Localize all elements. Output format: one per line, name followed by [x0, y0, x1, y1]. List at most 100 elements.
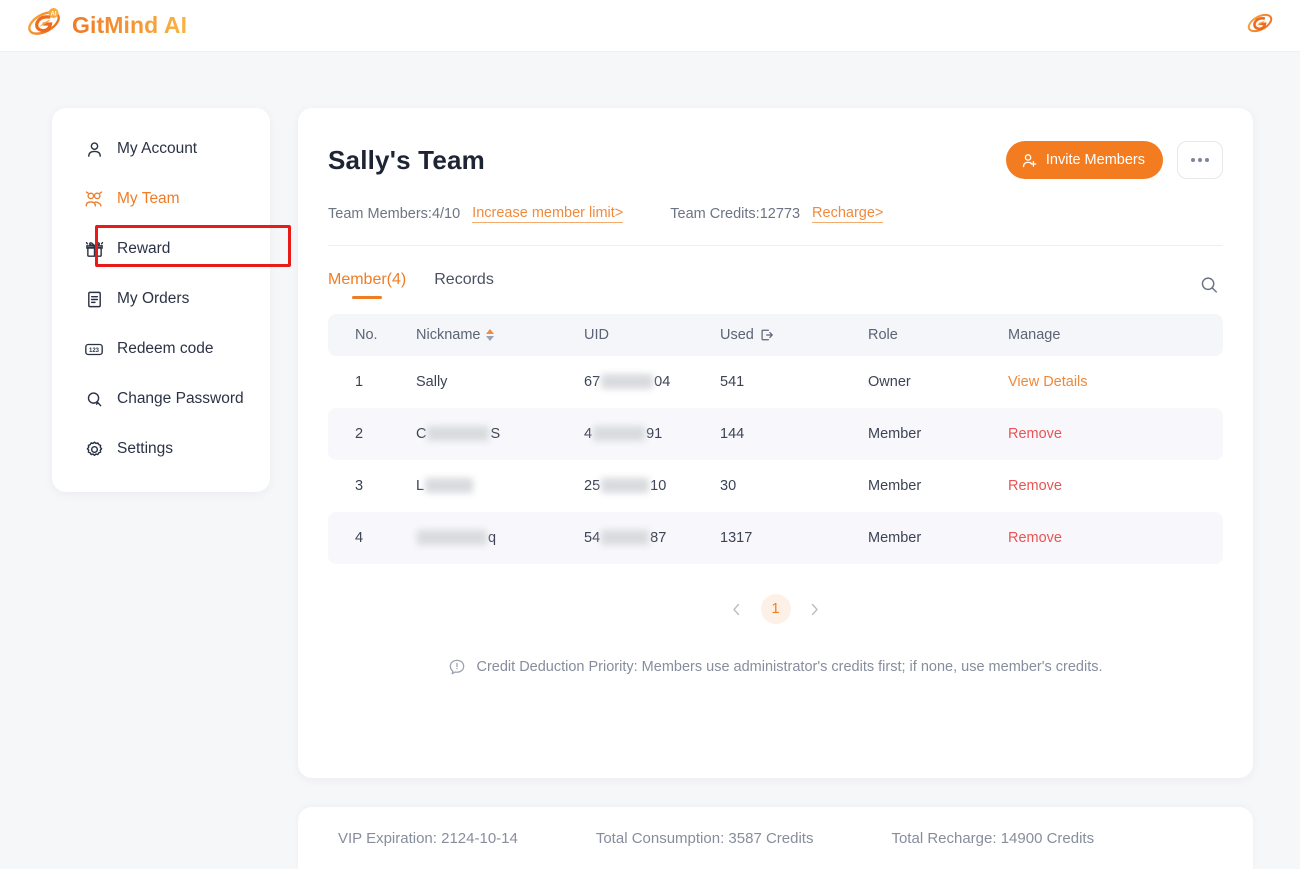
cell-role: Member — [858, 408, 998, 460]
column-label: Nickname — [416, 327, 481, 343]
column-header-manage: Manage — [998, 314, 1223, 356]
column-label: Manage — [1008, 327, 1061, 343]
brand-name: GitMind AI — [72, 12, 188, 38]
account-summary-bar: VIP Expiration: 2124-10-14 Total Consump… — [298, 807, 1253, 869]
table-header-row: No. Nickname UID Used Role Manage — [328, 314, 1223, 356]
table-body: 1 Sally 67 04 541 Owner View Details 2 C S 4 91 144 M… — [328, 356, 1223, 564]
sidebar-item-change-password[interactable]: Change Password — [52, 374, 270, 424]
document-icon — [84, 289, 104, 309]
recharge-link[interactable]: Recharge> — [812, 205, 884, 223]
tabs: Member(4) Records — [328, 271, 494, 299]
invite-members-label: Invite Members — [1045, 152, 1145, 168]
header-actions: Invite Members — [1005, 141, 1223, 179]
cell-uid: 67 04 — [584, 373, 671, 390]
column-header-used: Used — [710, 314, 858, 356]
chevron-left-icon[interactable] — [727, 599, 747, 619]
sidebar-item-label: Redeem code — [117, 340, 214, 357]
cell-uid: 54 87 — [574, 512, 710, 564]
cell-nickname: CS — [406, 408, 574, 460]
cell-nickname: Sally — [416, 374, 448, 390]
team-members-count: Team Members:4/10 — [328, 206, 461, 222]
brand-logo[interactable]: AI GitMind AI — [26, 6, 187, 45]
search-icon[interactable] — [1195, 271, 1223, 299]
export-icon[interactable] — [760, 328, 774, 342]
column-label: Role — [868, 327, 898, 343]
page-title: Sally's Team — [328, 144, 485, 175]
redacted-text — [601, 477, 650, 493]
members-table: No. Nickname UID Used Role Manage 1 Sall… — [328, 314, 1223, 564]
increase-member-limit-link[interactable]: Increase member limit> — [472, 205, 624, 223]
sidebar-item-my-orders[interactable]: My Orders — [52, 274, 270, 324]
cell-uid: 4 91 — [574, 408, 710, 460]
cell-used: 1317 — [710, 512, 858, 564]
total-recharge: Total Recharge: 14900 Credits — [891, 829, 1095, 847]
remove-link[interactable]: Remove — [1008, 478, 1062, 494]
cell-manage: View Details — [998, 356, 1223, 408]
cell-no: 3 — [355, 478, 364, 494]
cell-role: Member — [868, 478, 922, 494]
user-icon — [84, 139, 104, 159]
sort-icon[interactable] — [486, 329, 495, 341]
tabs-row: Member(4) Records — [328, 268, 1223, 302]
column-label: No. — [355, 327, 378, 343]
cell-no: 4 — [328, 512, 406, 564]
chevron-right-icon[interactable] — [805, 599, 825, 619]
ellipsis-icon — [1191, 158, 1209, 162]
pagination-page-1[interactable]: 1 — [760, 594, 791, 624]
redacted-text — [425, 477, 474, 493]
sidebar-item-label: Reward — [117, 240, 171, 257]
cell-nickname: L — [406, 460, 574, 512]
redacted-text — [427, 425, 490, 441]
vip-expiration: VIP Expiration: 2124-10-14 — [338, 829, 518, 847]
sidebar-item-label: My Account — [117, 140, 198, 157]
sidebar-item-label: My Team — [117, 190, 180, 207]
more-options-button[interactable] — [1177, 141, 1223, 179]
sidebar-item-label: Settings — [117, 440, 174, 457]
search-key-icon — [84, 389, 104, 409]
tab-member-label: Member(4) — [328, 271, 407, 288]
pagination: 1 — [328, 594, 1223, 624]
svg-text:AI: AI — [51, 12, 57, 18]
sidebar: My Account My Team Reward My Orders 123 … — [52, 108, 291, 492]
credit-note-text: Credit Deduction Priority: Members use a… — [476, 659, 1103, 675]
cell-used: 30 — [720, 478, 737, 494]
gift-icon — [84, 239, 104, 259]
sidebar-item-label: My Orders — [117, 290, 190, 307]
user-plus-icon — [1021, 152, 1038, 169]
gear-icon — [84, 439, 104, 459]
column-header-role: Role — [858, 314, 998, 356]
sidebar-item-reward[interactable]: Reward — [52, 224, 270, 274]
sidebar-item-label: Change Password — [117, 390, 244, 407]
cell-nickname: q — [406, 512, 574, 564]
sidebar-item-redeem-code[interactable]: 123 Redeem code — [52, 324, 270, 374]
column-label: UID — [584, 327, 609, 343]
sidebar-item-my-team[interactable]: My Team — [52, 174, 270, 224]
svg-text:123: 123 — [89, 348, 100, 354]
cell-no: 1 — [355, 374, 364, 390]
credit-deduction-note: Credit Deduction Priority: Members use a… — [328, 658, 1223, 676]
numbers-123-icon: 123 — [84, 339, 104, 359]
gitmind-logo-icon: AI — [26, 6, 62, 45]
redacted-text — [417, 529, 487, 545]
remove-link[interactable]: Remove — [1008, 530, 1062, 546]
column-header-no: No. — [328, 314, 406, 356]
tab-member[interactable]: Member(4) — [328, 271, 406, 299]
cell-manage: Remove — [998, 460, 1223, 512]
remove-link[interactable]: Remove — [1008, 426, 1062, 442]
sidebar-item-settings[interactable]: Settings — [52, 424, 270, 474]
sidebar-item-my-account[interactable]: My Account — [52, 124, 270, 174]
table-row: 2 C S 4 91 144 Member Remove — [328, 408, 1223, 460]
cell-manage: Remove — [998, 512, 1223, 564]
table-row: 4 q 54 87 1317 Member Remove — [328, 512, 1223, 564]
table-header: No. Nickname UID Used Role Manage — [328, 314, 1223, 356]
invite-members-button[interactable]: Invite Members — [1005, 141, 1163, 179]
redacted-text — [601, 529, 650, 545]
cell-no: 2 — [328, 408, 406, 460]
column-header-nickname[interactable]: Nickname — [406, 314, 574, 356]
tab-records[interactable]: Records — [434, 271, 494, 299]
cell-uid: 25 10 — [584, 477, 667, 494]
team-meta-row: Team Members:4/10 Increase member limit>… — [328, 205, 1223, 246]
info-exclamation-icon — [448, 658, 466, 676]
gitmind-mark-icon[interactable] — [1246, 10, 1274, 41]
view-details-link[interactable]: View Details — [1008, 374, 1088, 390]
